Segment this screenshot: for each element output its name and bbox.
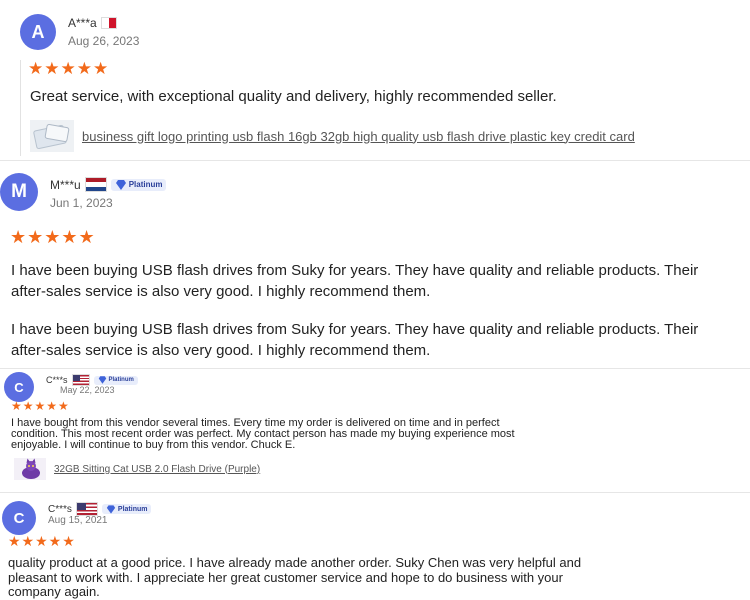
review-date: Jun 1, 2023 bbox=[50, 196, 113, 210]
divider bbox=[0, 368, 750, 369]
product-link[interactable]: 32GB Sitting Cat USB 2.0 Flash Drive (Pu… bbox=[14, 458, 260, 480]
reviewer-name: C***s bbox=[48, 503, 72, 515]
reviewer-name: A***a bbox=[68, 16, 97, 30]
review-date: May 22, 2023 bbox=[60, 385, 115, 395]
diamond-icon bbox=[106, 504, 116, 514]
usa-flag-icon bbox=[75, 502, 98, 516]
review-text-line: I have been buying USB flash drives from… bbox=[11, 262, 699, 279]
platinum-badge: Platinum bbox=[101, 504, 152, 514]
divider bbox=[0, 492, 750, 493]
review-text-line: company again. bbox=[8, 584, 100, 599]
platinum-badge: Platinum bbox=[93, 375, 138, 385]
star-rating: ★★★★★ bbox=[8, 533, 76, 549]
review-text-line: quality product at a good price. I have … bbox=[8, 555, 582, 570]
review-text: I have bought from this vendor several t… bbox=[11, 418, 515, 451]
diamond-icon bbox=[115, 179, 126, 190]
avatar: M bbox=[0, 173, 38, 211]
product-link[interactable]: business gift logo printing usb flash 16… bbox=[30, 120, 635, 152]
review-date: Aug 26, 2023 bbox=[68, 34, 140, 48]
avatar: C bbox=[4, 372, 34, 402]
malta-flag-icon bbox=[100, 17, 117, 29]
review-card: C C***s Platinum Aug 15, 2021 ★★★★★ qual… bbox=[0, 494, 750, 600]
review-card: M M***u Platinum Jun 1, 2023 ★★★★★ I hav… bbox=[0, 165, 750, 365]
review-text-line: enjoyable. I will continue to buy from t… bbox=[11, 439, 296, 451]
review-text: Great service, with exceptional quality … bbox=[30, 88, 557, 105]
review-text-line: after-sales service is also very good. I… bbox=[11, 342, 431, 359]
star-rating: ★★★★★ bbox=[11, 399, 70, 413]
reviewer-name: M***u bbox=[50, 177, 81, 192]
platinum-badge: Platinum bbox=[110, 178, 167, 191]
badge-label: Platinum bbox=[117, 505, 148, 513]
review-text: quality product at a good price. I have … bbox=[8, 555, 582, 600]
review-text-line: pleasant to work with. I appreciate her … bbox=[8, 569, 563, 585]
review-text: I have been buying USB flash drives from… bbox=[11, 260, 698, 302]
divider bbox=[20, 60, 21, 156]
diamond-icon bbox=[98, 376, 106, 384]
usb-card-thumbnail-icon bbox=[30, 120, 74, 152]
reviewer-name: C***s bbox=[46, 375, 68, 385]
review-card: A A***a Aug 26, 2023 ★★★★★ Great service… bbox=[0, 0, 750, 160]
review-text-line: after-sales service is also very good. I… bbox=[11, 283, 431, 300]
badge-label: Platinum bbox=[128, 180, 163, 189]
review-date: Aug 15, 2021 bbox=[48, 515, 108, 526]
netherlands-flag-icon bbox=[84, 177, 107, 192]
reviewer-info: C***s Platinum bbox=[48, 502, 152, 516]
review-card: C C***s Platinum May 22, 2023 ★★★★★ I ha… bbox=[0, 370, 750, 492]
avatar: A bbox=[20, 14, 56, 50]
review-text-line: I have been buying USB flash drives from… bbox=[11, 321, 699, 338]
badge-label: Platinum bbox=[108, 377, 134, 383]
cat-usb-thumbnail-icon bbox=[14, 458, 46, 480]
star-rating: ★★★★★ bbox=[28, 59, 110, 78]
avatar: C bbox=[2, 501, 36, 535]
star-rating: ★★★★★ bbox=[10, 227, 96, 247]
reviewer-info: M***u Platinum bbox=[50, 177, 167, 192]
product-name[interactable]: business gift logo printing usb flash 16… bbox=[82, 129, 635, 144]
reviewer-info: A***a bbox=[68, 16, 117, 30]
review-text: I have been buying USB flash drives from… bbox=[11, 319, 698, 361]
divider bbox=[0, 160, 750, 161]
product-name[interactable]: 32GB Sitting Cat USB 2.0 Flash Drive (Pu… bbox=[54, 464, 260, 475]
